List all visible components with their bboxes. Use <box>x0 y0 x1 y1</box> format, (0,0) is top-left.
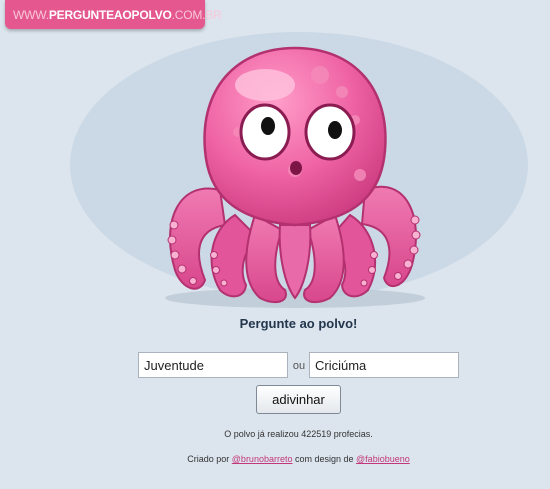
prompt-heading: Pergunte ao polvo! <box>239 316 358 331</box>
logo-prefix: WWW. <box>13 7 49 22</box>
prophecy-count: O polvo já realizou 422519 profecias. <box>224 429 373 439</box>
logo-name: PERGUNTEAOPOLVO <box>48 7 172 22</box>
site-logo[interactable]: WWW. PERGUNTEAOPOLVO .COM.BR <box>5 0 222 29</box>
designer-link-fabio[interactable]: @fabiobueno <box>356 454 410 464</box>
or-separator: ou <box>292 360 306 372</box>
credits-text-2: com design de <box>294 454 354 464</box>
octopus-mascot-icon <box>165 46 425 308</box>
credits: Criado por @brunobarreto com design de @… <box>0 454 550 464</box>
author-link-bruno[interactable]: @brunobarreto <box>232 454 293 464</box>
option-a-input[interactable] <box>138 352 288 378</box>
option-b-input[interactable] <box>309 352 459 378</box>
credits-text-1: Criado por <box>187 454 230 464</box>
guess-button[interactable]: adivinhar <box>256 385 341 414</box>
logo-suffix: .COM.BR <box>171 7 222 22</box>
